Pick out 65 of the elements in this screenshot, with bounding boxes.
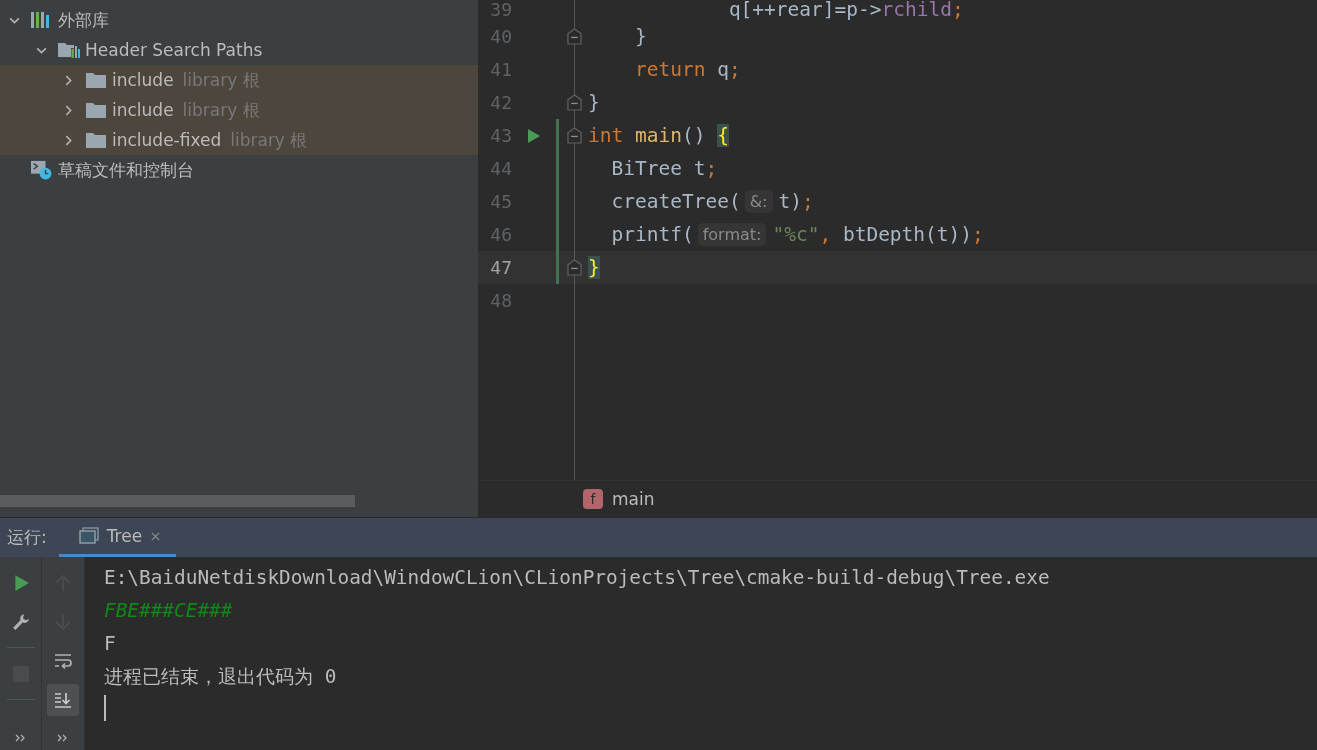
- scrollbar[interactable]: [0, 495, 355, 507]
- run-icon[interactable]: [527, 127, 541, 144]
- library-icon: [30, 10, 52, 30]
- code-text: int main() {: [588, 124, 729, 147]
- code-text: "%c", btDepth(t));: [772, 223, 984, 246]
- console-icon: [78, 527, 99, 545]
- line-number: 45: [489, 191, 512, 212]
- function-icon: f: [583, 489, 603, 509]
- tree-item[interactable]: include: [112, 100, 174, 120]
- code-text: }: [633, 25, 647, 48]
- scratch-console-icon: [30, 160, 52, 180]
- code-text: BiTree t;: [610, 157, 718, 180]
- fold-icon[interactable]: [566, 127, 582, 144]
- more-icon[interactable]: [57, 734, 69, 742]
- tree-row[interactable]: Header Search Paths: [0, 35, 478, 65]
- tree-item[interactable]: 草稿文件和控制台: [58, 158, 194, 182]
- more-icon[interactable]: [14, 734, 27, 742]
- close-icon[interactable]: [150, 530, 162, 542]
- tree-item[interactable]: include-fixed: [112, 130, 222, 150]
- line-number: 47: [489, 257, 512, 278]
- folder-icon: [57, 40, 81, 60]
- console-line: F: [104, 631, 117, 657]
- item-hint: library 根: [230, 128, 308, 152]
- code-text: printf(: [610, 223, 694, 246]
- tree-row[interactable]: include library 根: [0, 95, 478, 125]
- item-hint: library 根: [182, 68, 260, 92]
- settings-icon[interactable]: [11, 613, 30, 631]
- line-number: 40: [489, 26, 512, 47]
- inlay-hint: format:: [697, 223, 767, 246]
- inlay-hint: &:: [744, 190, 773, 213]
- fold-icon[interactable]: [566, 94, 582, 111]
- line-number: 41: [489, 59, 512, 80]
- line-number: 44: [489, 158, 512, 179]
- line-number: 43: [489, 125, 512, 146]
- folder-icon: [84, 100, 108, 120]
- fold-icon[interactable]: [566, 259, 582, 276]
- folder-icon: [84, 70, 108, 90]
- item-hint: library 根: [182, 98, 260, 122]
- folder-icon: [84, 130, 108, 150]
- scroll-to-end-icon[interactable]: [54, 691, 72, 709]
- tree-item[interactable]: include: [112, 70, 174, 90]
- code-text: q[++rear]=p->rchild;: [727, 0, 964, 20]
- tree-row[interactable]: include-fixed library 根: [0, 125, 478, 155]
- console-line: FBE###CE###: [104, 598, 234, 624]
- panel-title: 运行:: [6, 526, 48, 549]
- line-number: 46: [489, 224, 512, 245]
- tree-row[interactable]: 外部库: [0, 5, 478, 35]
- text-cursor: [104, 695, 106, 721]
- tree-item[interactable]: 外部库: [58, 8, 109, 32]
- tree-item[interactable]: Header Search Paths: [85, 40, 263, 60]
- tree-row[interactable]: 草稿文件和控制台: [0, 155, 478, 185]
- code-text: }: [588, 91, 600, 114]
- console-line: 进程已结束，退出代码为 0: [104, 664, 338, 690]
- code-text: t);: [778, 190, 814, 213]
- code-text: createTree(: [610, 190, 741, 213]
- fold-icon[interactable]: [566, 28, 582, 45]
- console-line: E:\BaiduNetdiskDownload\WindowCLion\CLionProjects\Tree\cmake-build-debug\Tree.exe: [104, 565, 1051, 591]
- tree-row[interactable]: include library 根: [0, 65, 478, 95]
- breadcrumb[interactable]: main: [612, 489, 655, 509]
- code-text: }: [588, 256, 600, 279]
- code-text: return q;: [633, 58, 741, 81]
- line-number: 39: [489, 0, 512, 20]
- line-number: 42: [489, 92, 512, 113]
- soft-wrap-icon[interactable]: [54, 652, 72, 670]
- line-number: 48: [489, 290, 512, 311]
